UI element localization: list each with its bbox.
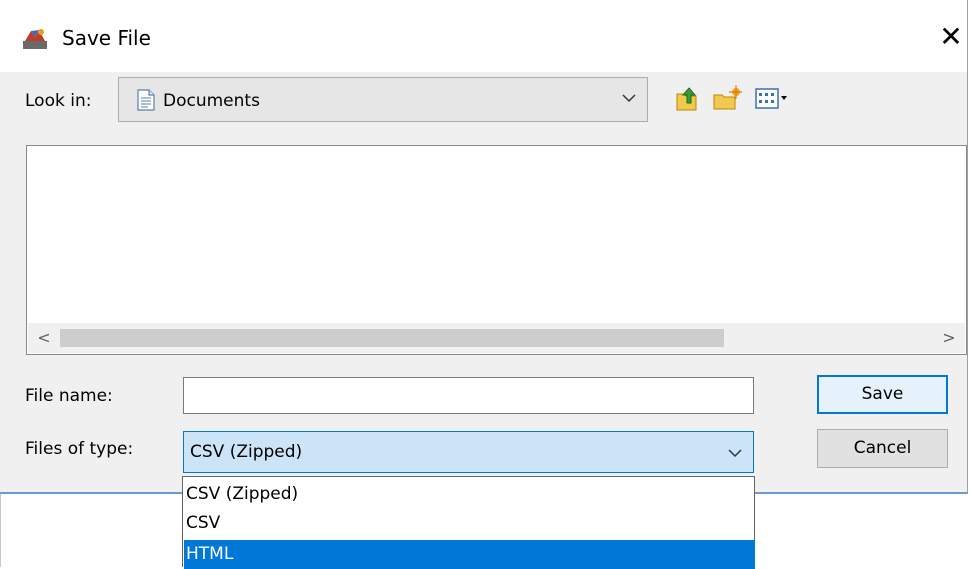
app-icon: [23, 29, 47, 49]
title-bar: Save File ✕: [0, 0, 967, 72]
document-icon: [137, 89, 155, 111]
horizontal-scrollbar[interactable]: < >: [28, 323, 965, 353]
chevron-down-icon: [728, 449, 742, 458]
close-icon[interactable]: ✕: [934, 20, 968, 54]
save-file-dialog: Save File ✕ Look in: Documents < > File …: [0, 0, 968, 494]
scroll-left-button[interactable]: <: [28, 323, 60, 353]
view-menu-icon[interactable]: [754, 84, 788, 112]
look-in-dropdown[interactable]: Documents: [118, 77, 648, 122]
scroll-thumb[interactable]: [60, 329, 724, 347]
file-type-option-csv[interactable]: CSV: [184, 509, 755, 538]
new-folder-icon[interactable]: [712, 84, 742, 112]
file-type-label: Files of type:: [25, 439, 134, 459]
file-type-options-list[interactable]: CSV (Zipped) CSV HTML: [182, 476, 755, 569]
scroll-right-button[interactable]: >: [933, 323, 965, 353]
file-type-dropdown[interactable]: CSV (Zipped): [183, 431, 754, 473]
look-in-label: Look in:: [25, 91, 92, 111]
chevron-down-icon: [622, 94, 636, 103]
file-type-option-csv-zipped[interactable]: CSV (Zipped): [184, 480, 755, 509]
cancel-button[interactable]: Cancel: [817, 429, 948, 468]
file-name-label: File name:: [25, 386, 113, 406]
dialog-title: Save File: [62, 26, 151, 50]
file-list[interactable]: < >: [26, 145, 967, 355]
file-name-input[interactable]: [183, 377, 754, 414]
up-folder-icon[interactable]: [674, 84, 700, 112]
save-button[interactable]: Save: [817, 375, 948, 414]
look-in-value: Documents: [163, 91, 260, 111]
file-type-option-html[interactable]: HTML: [184, 540, 755, 569]
file-type-value: CSV (Zipped): [190, 442, 303, 462]
